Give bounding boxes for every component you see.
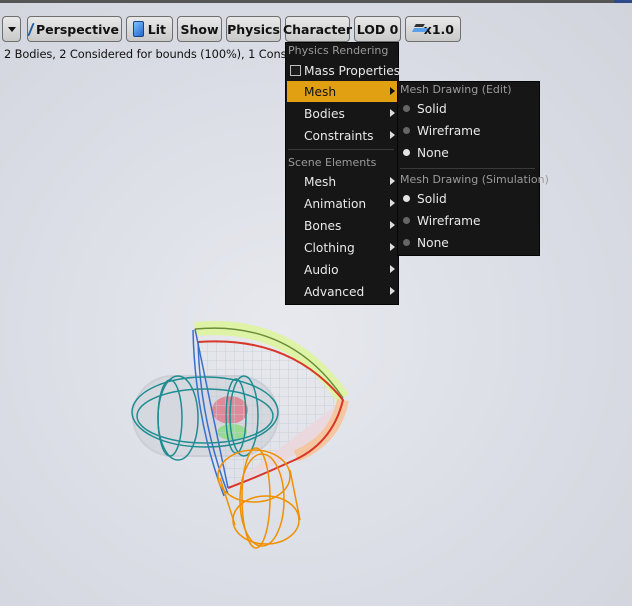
- submenu-arrow-icon: [390, 199, 395, 207]
- menu-item-constraints[interactable]: Constraints: [287, 125, 397, 146]
- submenu-arrow-icon: [390, 109, 395, 117]
- advanced-label: Advanced: [304, 284, 365, 299]
- lod-label: LOD 0: [356, 21, 399, 37]
- clothing-label: Clothing: [304, 240, 355, 255]
- radio-icon: [403, 239, 410, 246]
- radio-icon: [403, 127, 410, 134]
- mesh-drawing-submenu: Mesh Drawing (Edit) Solid Wireframe None…: [397, 81, 549, 256]
- lit-icon: [133, 21, 144, 37]
- menu-item-audio[interactable]: Audio: [287, 259, 397, 280]
- perspective-label: Perspective: [36, 21, 119, 37]
- edit-option-none[interactable]: None: [399, 142, 538, 163]
- playback-speed-button[interactable]: x1.0: [405, 16, 461, 42]
- sim-wireframe-label: Wireframe: [417, 213, 481, 228]
- lit-label: Lit: [147, 21, 166, 37]
- physics-menu: Physics Rendering Mass Properties Mesh B…: [285, 42, 401, 305]
- menu-item-advanced[interactable]: Advanced: [287, 281, 397, 302]
- menu-item-scene-mesh[interactable]: Mesh: [287, 171, 397, 192]
- mass-properties-item[interactable]: Mass Properties: [287, 60, 401, 81]
- menu-item-bones[interactable]: Bones: [287, 215, 397, 236]
- menu-item-animation[interactable]: Animation: [287, 193, 397, 214]
- lod-button[interactable]: LOD 0: [354, 16, 401, 42]
- perspective-button[interactable]: Perspective: [27, 16, 122, 42]
- physics-viewport[interactable]: Perspective Lit Show Physics Character L…: [0, 0, 632, 606]
- edit-option-wireframe[interactable]: Wireframe: [399, 120, 538, 141]
- physics-stats-text: 2 Bodies, 2 Considered for bounds (100%)…: [4, 47, 303, 61]
- physics-label: Physics: [227, 21, 280, 37]
- submenu-arrow-icon: [390, 243, 395, 251]
- chevron-down-icon: [7, 26, 16, 32]
- sim-option-wireframe[interactable]: Wireframe: [399, 210, 538, 231]
- mesh-drawing-sim-header: Mesh Drawing (Simulation): [400, 173, 549, 186]
- mass-properties-label: Mass Properties: [304, 63, 401, 78]
- radio-icon: [403, 217, 410, 224]
- physics-button[interactable]: Physics: [226, 16, 281, 42]
- mesh-drawing-edit-header: Mesh Drawing (Edit): [400, 83, 512, 96]
- radio-selected-icon: [403, 195, 410, 202]
- submenu-arrow-icon: [390, 87, 395, 95]
- animation-label: Animation: [304, 196, 367, 211]
- edit-none-label: None: [417, 145, 449, 160]
- sim-option-none[interactable]: None: [399, 232, 538, 253]
- menu-separator: [400, 168, 535, 169]
- character-button[interactable]: Character: [282, 16, 353, 42]
- edit-wireframe-label: Wireframe: [417, 123, 481, 138]
- speed-label: x1.0: [423, 21, 454, 37]
- checkbox-icon[interactable]: [290, 65, 301, 76]
- sim-none-label: None: [417, 235, 449, 250]
- edit-option-solid[interactable]: Solid: [399, 98, 538, 119]
- character-label: Character: [282, 21, 353, 37]
- edit-solid-label: Solid: [417, 101, 447, 116]
- speed-icon: [412, 23, 420, 35]
- viewport-toolbar: Perspective Lit Show Physics Character L…: [0, 15, 632, 43]
- lit-button[interactable]: Lit: [126, 16, 173, 42]
- submenu-arrow-icon: [390, 131, 395, 139]
- show-label: Show: [180, 21, 219, 37]
- menu-separator: [288, 149, 394, 150]
- show-button[interactable]: Show: [177, 16, 222, 42]
- menu-item-clothing[interactable]: Clothing: [287, 237, 397, 258]
- radio-selected-icon: [403, 149, 410, 156]
- menu-item-mesh[interactable]: Mesh: [287, 81, 397, 102]
- audio-label: Audio: [304, 262, 339, 277]
- submenu-arrow-icon: [390, 265, 395, 273]
- sim-option-solid[interactable]: Solid: [399, 188, 538, 209]
- submenu-arrow-icon: [390, 177, 395, 185]
- radio-icon: [403, 105, 410, 112]
- submenu-arrow-icon: [390, 287, 395, 295]
- sim-solid-label: Solid: [417, 191, 447, 206]
- perspective-icon: [27, 22, 35, 36]
- constraints-label: Constraints: [304, 128, 374, 143]
- bones-label: Bones: [304, 218, 342, 233]
- scene-elements-header: Scene Elements: [288, 156, 377, 169]
- bodies-label: Bodies: [304, 106, 345, 121]
- physics-rendering-header: Physics Rendering: [288, 44, 389, 57]
- submenu-arrow-icon: [390, 221, 395, 229]
- mesh-label: Mesh: [304, 84, 337, 99]
- viewport-options-button[interactable]: [2, 16, 21, 42]
- menu-item-bodies[interactable]: Bodies: [287, 103, 397, 124]
- scene-mesh-label: Mesh: [304, 174, 337, 189]
